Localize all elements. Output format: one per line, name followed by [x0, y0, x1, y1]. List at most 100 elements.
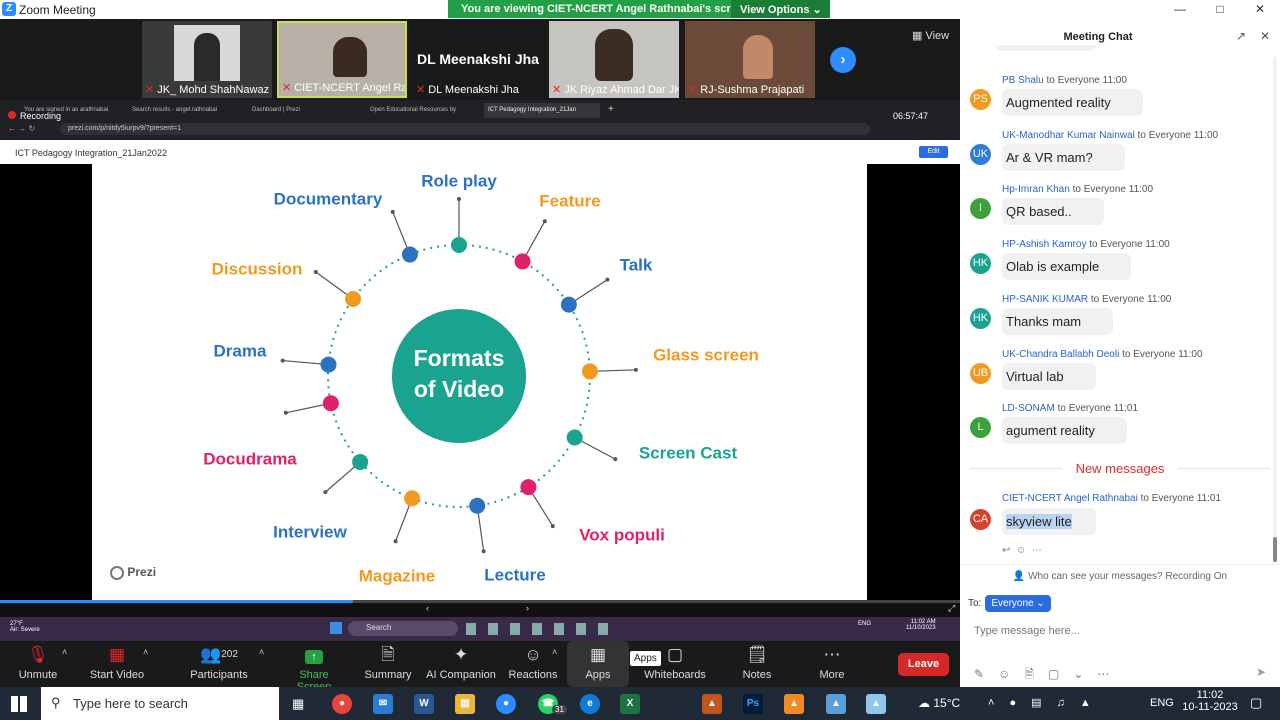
mail-icon[interactable]: ✉	[373, 694, 393, 714]
more-icon[interactable]: ⋯	[1097, 667, 1123, 681]
unmute-button[interactable]: 🎙 Unmute	[12, 641, 64, 687]
leave-button[interactable]: Leave	[898, 653, 949, 676]
vlc-icon[interactable]: ▲	[784, 694, 804, 714]
emoji-icon[interactable]: ☺	[998, 667, 1024, 681]
fullscreen-icon[interactable]: ⤢	[948, 603, 955, 614]
windows-start-button[interactable]	[11, 696, 27, 712]
next-step-icon[interactable]: ›	[526, 603, 529, 613]
chrome-icon[interactable]: ●	[332, 694, 352, 714]
app-icon[interactable]: ▲	[702, 694, 722, 714]
previous-step-icon[interactable]: ‹	[426, 603, 429, 613]
browser-tab-active[interactable]: ICT Pedagogy Integration_21Jan	[484, 103, 600, 118]
shared-search-box: Search	[348, 621, 458, 636]
chevron-down-icon[interactable]: ⌄	[1073, 667, 1097, 681]
message-bubble[interactable]: Olab is example	[1002, 253, 1132, 280]
participant-tile[interactable]: ✕ JK_ Mohd ShahNawaz ...	[142, 21, 272, 98]
next-participants-button[interactable]: ›	[830, 47, 856, 73]
reply-icon[interactable]: ↩	[1002, 545, 1010, 556]
word-icon[interactable]: W	[414, 694, 434, 714]
apps-label: Apps	[585, 669, 611, 681]
taskbar-search-box[interactable]: ⚲ Type here to search	[41, 687, 279, 720]
file-icon[interactable]: 🗎	[1024, 667, 1048, 681]
reactions-chevron-icon[interactable]: ˄	[552, 647, 557, 657]
back-forward-reload-icons[interactable]: ← → ↻	[8, 124, 35, 133]
participants-count: 202	[221, 649, 238, 660]
close-icon[interactable]: ✕	[1240, 0, 1280, 19]
emoji-reaction-icon[interactable]: ☺	[1016, 545, 1026, 556]
edge-icon[interactable]: e	[580, 694, 600, 714]
browser-tab[interactable]: Open Educational Resources by	[366, 103, 480, 118]
maximize-icon[interactable]: □	[1200, 0, 1240, 19]
muted-mic-icon: ✕	[145, 84, 155, 96]
participant-tile[interactable]: ✕ JK Riyaz Ahmad Dar JK...	[549, 21, 679, 98]
close-chat-icon[interactable]: ✕	[1260, 29, 1270, 43]
message-bubble[interactable]: Virtual lab	[1002, 363, 1096, 390]
system-tray-icons[interactable]: ˄ ● ▤ ♫ ▲	[988, 696, 1097, 709]
minimize-icon[interactable]: —	[1160, 0, 1200, 19]
ai-companion-button[interactable]: ✦ AI Companion	[425, 641, 497, 687]
language-indicator[interactable]: ENG	[1150, 697, 1174, 709]
excel-icon[interactable]: X	[620, 694, 640, 714]
message-bubble[interactable]: agument reality	[1002, 417, 1127, 444]
view-layout-button[interactable]: ▦ View	[912, 29, 949, 42]
participant-tile-active-speaker[interactable]: ✕CIET-NCERT Angel Rathna...	[277, 21, 407, 98]
more-label: More	[819, 669, 845, 681]
format-label: Interview	[273, 522, 347, 541]
screenshot-icon[interactable]: ▢	[1048, 667, 1073, 681]
chat-scrollbar[interactable]	[1273, 57, 1277, 562]
popout-icon[interactable]: ↗	[1236, 29, 1246, 43]
app-icon[interactable]: ▲	[826, 694, 846, 714]
task-view-icon[interactable]: ▦	[292, 696, 304, 712]
windows-taskbar: ⚲ Type here to search ▦ ● ✉ W ▤ ● ☎ 31 e …	[0, 687, 1280, 720]
participant-tile[interactable]: DL Meenakshi Jha ✕ DL Meenakshi Jha	[413, 21, 543, 98]
zoom-icon[interactable]: ●	[496, 694, 516, 714]
whiteboards-button[interactable]: ▢ Whiteboards	[644, 641, 706, 687]
connector-end	[481, 549, 486, 554]
participants-button[interactable]: 👥202 Participants	[188, 641, 250, 687]
message-input[interactable]: Type message here...	[974, 625, 1080, 637]
message-bubble[interactable]: QR based..	[1002, 198, 1104, 225]
more-options-icon[interactable]: ⋯	[1032, 545, 1042, 556]
recipient-dropdown[interactable]: Everyone ⌄	[985, 595, 1051, 612]
summary-button[interactable]: 🗎 Summary	[362, 641, 414, 687]
person-silhouette	[743, 35, 773, 79]
view-options-button[interactable]: View Options ⌄	[731, 0, 830, 18]
start-video-label: Start Video	[89, 669, 145, 681]
file-explorer-icon[interactable]: ▤	[455, 694, 475, 714]
previous-message-bubble	[996, 45, 1096, 51]
format-node	[514, 253, 531, 270]
message-bubble[interactable]: Augmented reality	[1002, 89, 1143, 116]
message-bubble[interactable]: Thanks mam	[1002, 308, 1114, 335]
new-tab-icon[interactable]: +	[608, 104, 614, 115]
start-video-button[interactable]: ▦ Start Video	[86, 641, 148, 687]
divider-line	[1178, 468, 1270, 469]
taskbar-clock[interactable]: 11:02 10-11-2023	[1180, 689, 1240, 713]
participant-tile[interactable]: ✕ RJ-Sushma Prajapati	[685, 21, 815, 98]
participant-display-name: DL Meenakshi Jha	[417, 51, 539, 67]
share-screen-button[interactable]: ↑Share Screen	[283, 641, 345, 693]
video-options-chevron-icon[interactable]: ˄	[143, 647, 148, 657]
notifications-icon[interactable]: ▢	[1250, 695, 1262, 711]
scrollbar-thumb[interactable]	[1273, 537, 1277, 562]
app-icon[interactable]: ▲	[866, 694, 886, 714]
whiteboard-icon: ▢	[666, 645, 684, 664]
message-sender: HP-SANIK KUMAR to Everyone 11:00	[1002, 294, 1172, 305]
audio-options-chevron-icon[interactable]: ˄	[62, 647, 67, 657]
apps-button[interactable]: ▦ Apps	[567, 641, 629, 687]
photoshop-icon[interactable]: Ps	[743, 694, 763, 714]
browser-tab[interactable]: Search results - angel.rathnabai	[128, 103, 244, 118]
avatar: HK	[970, 253, 991, 274]
send-icon[interactable]: ➤	[1256, 665, 1266, 679]
shared-screen-taskbar: 27°F Air: Severe Search ENG 11:02 AM 11/10…	[0, 617, 960, 641]
more-button[interactable]: ⋯ More	[806, 641, 858, 687]
format-icon[interactable]: ✎	[974, 667, 998, 681]
weather-widget[interactable]: ☁ 15°C	[918, 696, 960, 710]
edit-button[interactable]: Edit	[919, 146, 948, 158]
participants-chevron-icon[interactable]: ˄	[259, 647, 264, 657]
browser-tab[interactable]: Dashboard | Prezi	[248, 103, 360, 118]
who-can-see-link[interactable]: 👤 Who can see your messages? Recording O…	[960, 571, 1280, 582]
notes-button[interactable]: 🗒 Notes	[731, 641, 783, 687]
message-bubble[interactable]: skyview lite	[1002, 508, 1096, 535]
message-bubble[interactable]: Ar & VR mam?	[1002, 144, 1125, 171]
address-bar[interactable]: prezi.com/p/nitdy5iurpv9/?present=1	[60, 123, 870, 135]
